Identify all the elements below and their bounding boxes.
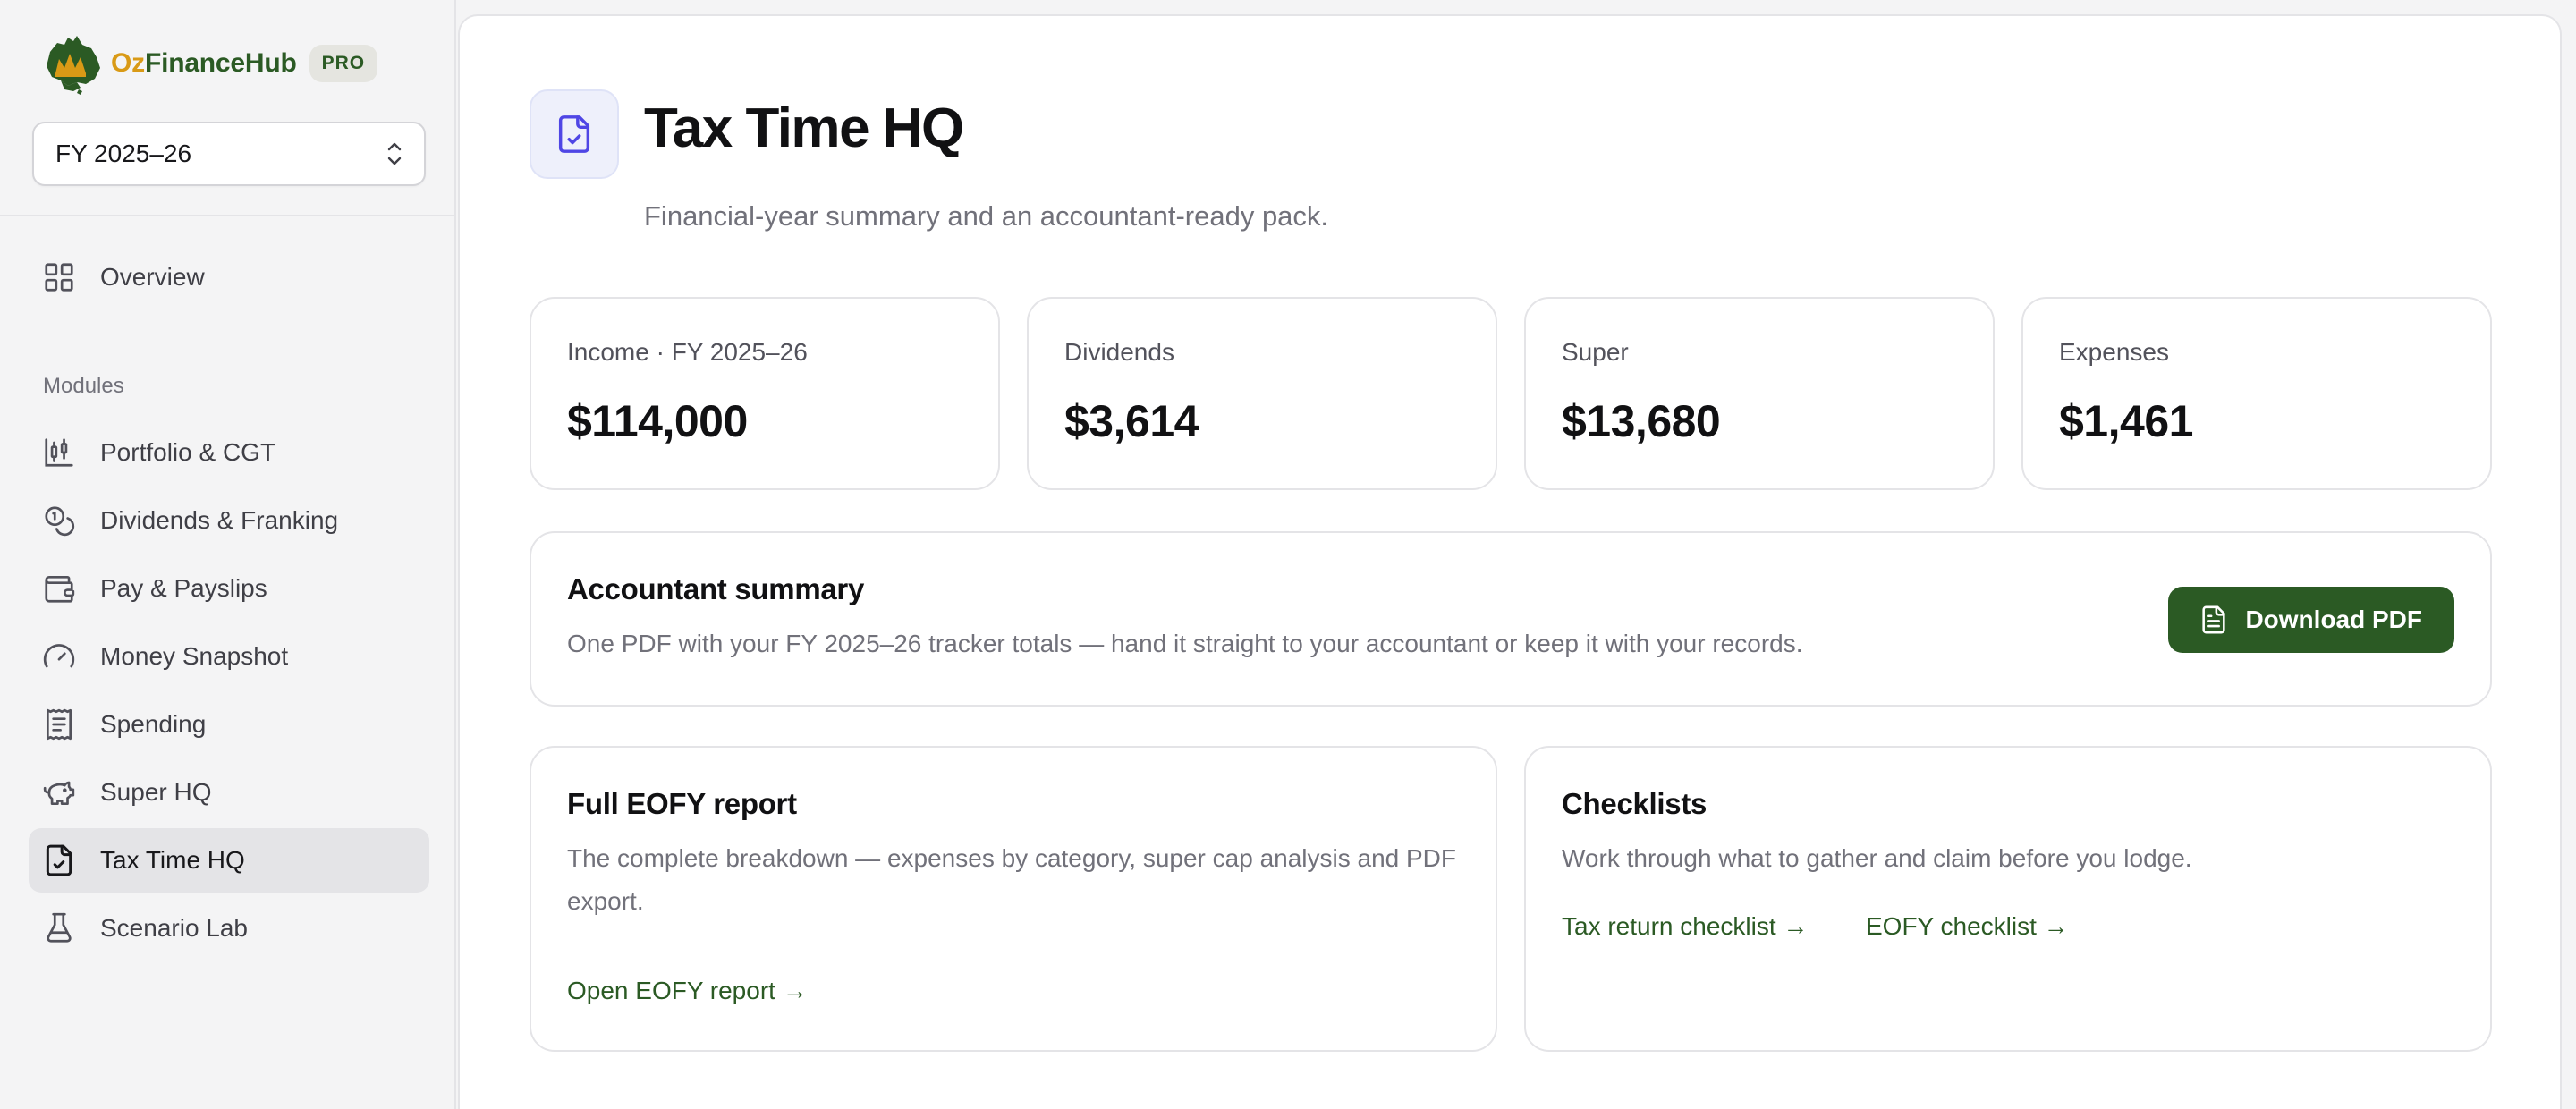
sidebar-item-label: Dividends & Franking [100, 506, 339, 534]
sidebar: OzFinanceHub PRO FY 2025–26 Overview Mod… [0, 0, 456, 1109]
sidebar-item-spending[interactable]: Spending [29, 692, 429, 757]
sidebar-item-label: Money Snapshot [100, 642, 289, 670]
file-check-icon [41, 842, 77, 878]
card-title: Checklists [1562, 787, 1707, 820]
sidebar-item-overview[interactable]: Overview [29, 245, 429, 309]
file-text-icon [2202, 605, 2226, 634]
sidebar-item-label: Pay & Payslips [100, 574, 267, 602]
coins-icon [41, 503, 77, 538]
card-title: Full EOFY report [567, 787, 797, 820]
stat-card-super: Super $13,680 [1524, 297, 1995, 490]
eofy-report-card: Full EOFY report The complete breakdown … [530, 746, 1497, 1052]
pro-badge: PRO [309, 45, 378, 82]
sidebar-item-portfolio-cgt[interactable]: Portfolio & CGT [29, 420, 429, 485]
file-check-icon [558, 115, 590, 153]
stat-label: Dividends [1064, 338, 1174, 366]
stat-label: Income · FY 2025–26 [567, 338, 808, 366]
stat-value: $114,000 [567, 396, 748, 446]
sidebar-item-label: Overview [100, 263, 205, 291]
tax-return-checklist-link[interactable]: Tax return checklist → [1562, 912, 1808, 941]
sidebar-divider [0, 215, 456, 216]
sidebar-item-money-snapshot[interactable]: Money Snapshot [29, 624, 429, 689]
piggy-bank-icon [41, 775, 77, 810]
brand-name: OzFinanceHub [111, 48, 297, 78]
brand[interactable]: OzFinanceHub PRO [41, 32, 378, 95]
sidebar-item-tax-time-hq[interactable]: Tax Time HQ [29, 828, 429, 893]
sidebar-item-pay-payslips[interactable]: Pay & Payslips [29, 556, 429, 621]
candlestick-chart-icon [41, 435, 77, 470]
receipt-icon [41, 707, 77, 742]
stat-card-dividends: Dividends $3,614 [1027, 297, 1497, 490]
download-pdf-button[interactable]: Download PDF [2168, 587, 2454, 653]
wallet-icon [41, 571, 77, 606]
fy-select-value: FY 2025–26 [55, 140, 192, 167]
stat-card-expenses: Expenses $1,461 [2021, 297, 2492, 490]
stat-value: $1,461 [2059, 396, 2193, 446]
download-pdf-label: Download PDF [2245, 605, 2422, 633]
card-text: Work through what to gather and claim be… [1562, 844, 2192, 872]
sidebar-item-label: Tax Time HQ [100, 846, 245, 874]
sidebar-item-label: Portfolio & CGT [100, 438, 276, 466]
card-text: One PDF with your FY 2025–26 tracker tot… [567, 630, 1803, 657]
sidebar-item-label: Spending [100, 710, 207, 738]
grid-icon [41, 259, 77, 295]
sidebar-item-dividends-franking[interactable]: Dividends & Franking [29, 488, 429, 553]
flask-icon [41, 910, 77, 946]
gauge-icon [41, 639, 77, 674]
stat-value: $3,614 [1064, 396, 1199, 446]
chevron-up-down-icon [387, 142, 402, 165]
australia-logo-icon [47, 36, 100, 95]
stat-label: Expenses [2059, 338, 2169, 366]
card-text: The complete breakdown — expenses by cat… [567, 844, 1456, 915]
card-title: Accountant summary [567, 572, 865, 605]
stat-card-income: Income · FY 2025–26 $114,000 [530, 297, 1000, 490]
sidebar-item-label: Scenario Lab [100, 914, 249, 942]
eofy-checklist-link[interactable]: EOFY checklist → [1866, 912, 2069, 941]
sidebar-item-super-hq[interactable]: Super HQ [29, 760, 429, 825]
sidebar-item-label: Super HQ [100, 778, 212, 806]
checklists-card: Checklists Work through what to gather a… [1524, 746, 2492, 1052]
accountant-summary-card: Accountant summary One PDF with your FY … [530, 531, 2492, 707]
open-eofy-report-link[interactable]: Open EOFY report → [567, 977, 808, 1005]
main-panel: Tax Time HQ Financial-year summary and a… [458, 14, 2562, 1109]
sidebar-item-scenario-lab[interactable]: Scenario Lab [29, 896, 429, 961]
stat-value: $13,680 [1562, 396, 1721, 446]
stat-label: Super [1562, 338, 1629, 366]
page-header-icon [530, 89, 619, 179]
page-title: Tax Time HQ [644, 97, 964, 159]
modules-heading: Modules [43, 374, 124, 398]
fy-select[interactable]: FY 2025–26 [32, 122, 426, 186]
page-subtitle: Financial-year summary and an accountant… [644, 200, 1329, 232]
